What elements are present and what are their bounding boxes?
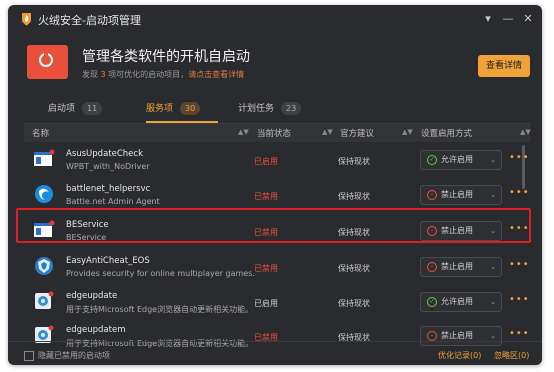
column-status[interactable]: 当前状态 [257,127,291,139]
sort-icon[interactable]: ▲▼ [322,128,333,136]
monitor-power-icon [27,45,68,79]
service-description: WPBT_with_NoDriver [66,162,150,171]
close-icon[interactable]: ✕ [520,11,536,27]
service-description: Battle.net Admin Agent [66,197,160,206]
setting-dropdown[interactable]: ✓ 允许启用 ⌄ [420,292,502,312]
block-circle-icon: – [427,262,437,272]
block-circle-icon: – [427,331,437,341]
service-name: edgeupdatem [66,325,126,335]
table-row[interactable]: edgeupdate 用于支持Microsoft Edge浏览器自动更新相关功能… [24,285,529,317]
chevron-down-icon: ⌄ [490,263,496,271]
hero-subtitle: 发现 3 项可优化的启动项目，请点击查看详情 [82,70,245,79]
highlight-box [16,208,531,243]
setting-dropdown[interactable]: – 禁止启用 ⌄ [420,257,502,277]
title-bar: 火绒安全-启动项管理 ▾ — ✕ [8,5,542,33]
sort-icon[interactable]: ▲▼ [238,128,249,136]
status-text: 已禁用 [254,192,278,201]
chevron-down-icon: ⌄ [490,156,496,164]
edge-update-icon [35,291,54,309]
column-setting[interactable]: 设置启用方式 [421,127,472,139]
minimize-icon[interactable]: — [500,11,516,27]
status-text: 已启用 [254,157,278,166]
advice-text: 保持现状 [338,157,370,166]
chevron-down-icon: ⌄ [490,191,496,199]
tab-scheduled-tasks[interactable]: 计划任务 23 [238,101,302,122]
menu-dropdown-icon[interactable]: ▾ [480,11,496,27]
advice-text: 保持现状 [338,264,370,273]
service-name: EasyAntiCheat_EOS [66,256,150,266]
tab-bar: 启动项 11 服务项 30 计划任务 23 [24,101,530,124]
table-row[interactable]: AsusUpdateCheck WPBT_with_NoDriver 已启用 保… [24,143,529,175]
more-options-icon[interactable]: ••• [509,328,530,339]
battlenet-icon [35,185,53,203]
sort-icon[interactable]: ▲▼ [402,128,413,136]
check-circle-icon: ✓ [427,297,437,307]
hide-disabled-label: 隐藏已禁用的启动项 [38,351,110,360]
easyanticheat-icon [35,257,53,275]
more-options-icon[interactable]: ••• [509,187,530,198]
more-options-icon[interactable]: ••• [509,259,530,270]
huorong-logo-icon [22,13,31,26]
more-options-icon[interactable]: ••• [509,294,530,305]
advice-text: 保持现状 [338,192,370,201]
hide-disabled-checkbox[interactable] [24,351,34,361]
ignore-zone-link[interactable]: 忽略区(0) [494,350,529,361]
check-circle-icon: ✓ [427,155,437,165]
tab-services[interactable]: 服务项 30 [146,101,218,123]
window-title: 火绒安全-启动项管理 [38,14,141,27]
column-advice[interactable]: 官方建议 [340,127,374,139]
view-details-button[interactable]: 查看详情 [478,55,530,77]
service-description: 用于支持Microsoft Edge浏览器自动更新相关功能。 [66,305,254,314]
advice-text: 保持现状 [338,299,370,308]
window-app-icon [34,149,55,166]
service-name: edgeupdate [66,291,118,301]
service-name: AsusUpdateCheck [66,149,143,159]
startup-manager-window: 火绒安全-启动项管理 ▾ — ✕ 管理各类软件的开机自启动 发现 3 项可优化的… [8,5,542,365]
block-circle-icon: – [427,190,437,200]
footer-bar: 隐藏已禁用的启动项 优化记录(0) 忽略区(0) [8,341,542,365]
chevron-down-icon: ⌄ [490,298,496,306]
optimizable-count: 3 [100,70,106,79]
sort-icon[interactable]: ▲▼ [520,128,531,136]
status-text: 已启用 [254,299,278,308]
hero-title: 管理各类软件的开机自启动 [82,49,250,65]
tab-startup-items[interactable]: 启动项 11 [48,101,103,122]
column-name[interactable]: 名称 [32,127,49,139]
table-row[interactable]: battlenet_helpersvc Battle.net Admin Age… [24,178,529,210]
setting-dropdown[interactable]: – 禁止启用 ⌄ [420,185,502,205]
service-description: Provides security for online multiplayer… [66,269,255,278]
view-details-link[interactable]: 请点击查看详情 [188,70,244,79]
table-row[interactable]: EasyAntiCheat_EOS Provides security for … [24,250,529,282]
status-text: 已禁用 [254,264,278,273]
service-name: battlenet_helpersvc [66,184,151,194]
setting-dropdown[interactable]: ✓ 允许启用 ⌄ [420,150,502,170]
more-options-icon[interactable]: ••• [509,152,530,163]
table-header: 名称 ▲▼ 当前状态 ▲▼ 官方建议 ▲▼ 设置启用方式 ▲▼ [24,124,531,142]
optimize-record-link[interactable]: 优化记录(0) [438,350,481,361]
